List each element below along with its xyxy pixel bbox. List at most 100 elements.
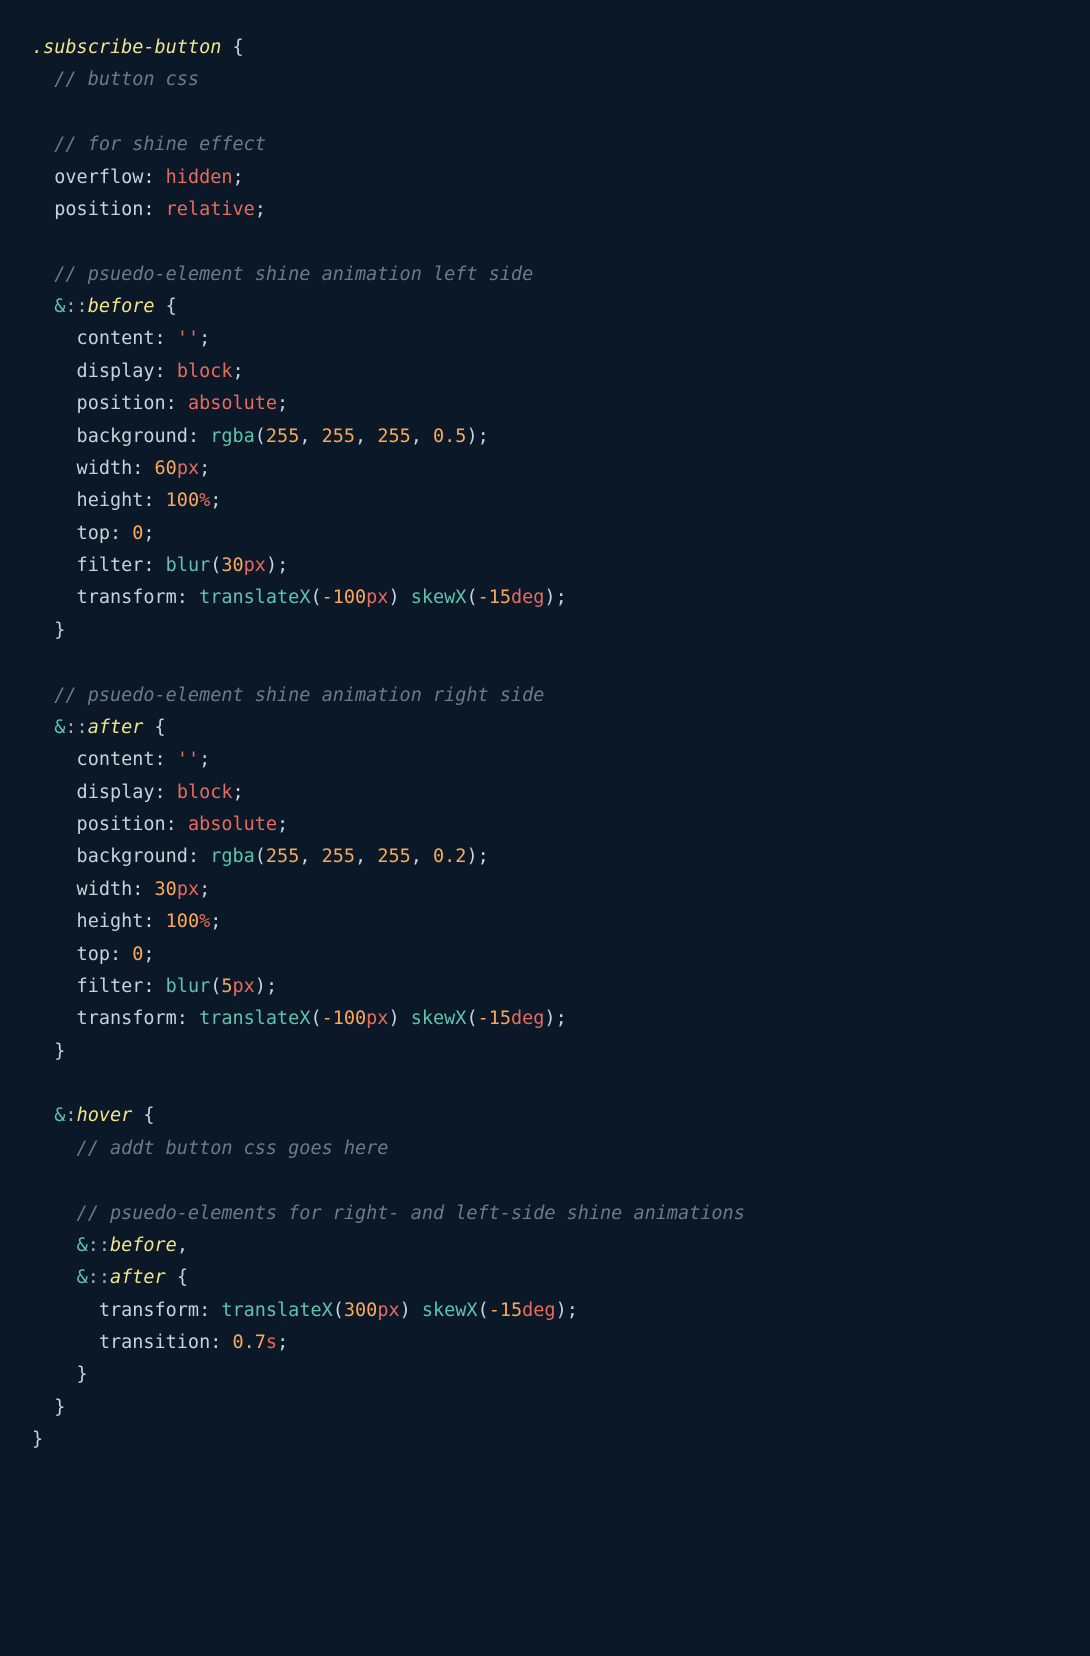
code-line: transform: translateX(300px) skewX(-15de…	[32, 1295, 1058, 1327]
code-token-punct: ;	[478, 846, 489, 867]
code-token-punct: :	[143, 555, 165, 576]
code-line: height: 100%;	[32, 485, 1058, 517]
code-token-property: width	[32, 879, 132, 900]
code-token-punct: :	[143, 490, 165, 511]
code-token-pseudo: before	[88, 296, 155, 317]
code-token-paren: )	[400, 1300, 411, 1321]
code-token-property	[32, 1105, 54, 1126]
code-token-punct: :	[177, 587, 199, 608]
code-line: background: rgba(255, 255, 255, 0.2);	[32, 841, 1058, 873]
code-token-punct: :	[210, 1332, 232, 1353]
code-token-property: display	[32, 361, 155, 382]
code-token-comment: // button css	[32, 69, 199, 90]
code-token-punct: ,	[411, 846, 433, 867]
code-token-property	[32, 1235, 77, 1256]
code-token-paren: )	[388, 1008, 399, 1029]
code-line: }	[32, 1392, 1058, 1424]
code-token-number: -15	[478, 587, 511, 608]
code-token-unit: %	[199, 490, 210, 511]
code-line: height: 100%;	[32, 906, 1058, 938]
code-token-punct: {	[221, 37, 243, 58]
code-token-property: content	[32, 749, 155, 770]
code-token-func: skewX	[411, 1008, 467, 1029]
code-token-punct: :	[177, 1008, 199, 1029]
code-token-punct: ;	[277, 1332, 288, 1353]
code-token-property: filter	[32, 555, 143, 576]
code-token-punct: ,	[355, 846, 377, 867]
code-token-number: 0	[132, 944, 143, 965]
code-token-pseudo-colon: ::	[88, 1267, 110, 1288]
code-token-number: 30	[155, 879, 177, 900]
code-token-number: 255	[322, 426, 355, 447]
code-token-number: 100	[166, 490, 199, 511]
code-token-punct: }	[32, 1364, 88, 1385]
code-token-unit: px	[244, 555, 266, 576]
code-token-property: transition	[32, 1332, 210, 1353]
code-token-paren: (	[466, 1008, 477, 1029]
code-token-comment: // psuedo-element shine animation right …	[32, 685, 544, 706]
code-token-number: 255	[377, 846, 410, 867]
code-token-punct: }	[32, 1397, 65, 1418]
code-token-property	[32, 296, 54, 317]
code-token-punct	[400, 587, 411, 608]
code-line	[32, 647, 1058, 679]
code-line: top: 0;	[32, 939, 1058, 971]
code-token-comment: // addt button css goes here	[32, 1138, 388, 1159]
code-token-property: display	[32, 782, 155, 803]
code-token-property: width	[32, 458, 132, 479]
code-token-paren: )	[466, 846, 477, 867]
code-line: &::after {	[32, 1262, 1058, 1294]
code-line: position: absolute;	[32, 809, 1058, 841]
code-token-property: top	[32, 944, 110, 965]
code-token-unit: deg	[511, 587, 544, 608]
code-line: &::before,	[32, 1230, 1058, 1262]
code-line: width: 60px;	[32, 453, 1058, 485]
code-token-unit: %	[199, 911, 210, 932]
code-line: filter: blur(30px);	[32, 550, 1058, 582]
code-token-property: filter	[32, 976, 143, 997]
code-token-paren: )	[255, 976, 266, 997]
code-token-number: -100	[322, 1008, 367, 1029]
code-token-punct: ;	[556, 587, 567, 608]
code-token-punct: :	[132, 458, 154, 479]
code-token-punct: ,	[299, 426, 321, 447]
code-block: .subscribe-button { // button css // for…	[0, 0, 1090, 1489]
code-token-amp: &	[77, 1235, 88, 1256]
code-token-func: translateX	[221, 1300, 332, 1321]
code-token-paren: (	[255, 846, 266, 867]
code-token-punct: :	[166, 393, 188, 414]
code-token-punct: ;	[233, 167, 244, 188]
code-token-punct: ;	[255, 199, 266, 220]
code-token-punct: ;	[277, 555, 288, 576]
code-line: display: block;	[32, 777, 1058, 809]
code-token-property	[32, 717, 54, 738]
code-token-punct: :	[143, 167, 165, 188]
code-token-number: -100	[322, 587, 367, 608]
code-token-punct: ;	[199, 458, 210, 479]
code-line	[32, 1165, 1058, 1197]
code-token-punct: :	[199, 1300, 221, 1321]
code-token-pseudo-colon: :	[65, 1105, 76, 1126]
code-token-value-keyword: absolute	[188, 393, 277, 414]
code-token-pseudo-colon: ::	[65, 717, 87, 738]
code-token-property: height	[32, 490, 143, 511]
code-token-punct: ;	[210, 911, 221, 932]
code-token-pseudo-colon: ::	[88, 1235, 110, 1256]
code-token-property: content	[32, 328, 155, 349]
code-line: top: 0;	[32, 518, 1058, 550]
code-line: content: '';	[32, 744, 1058, 776]
code-token-value-keyword: absolute	[188, 814, 277, 835]
code-token-paren: (	[210, 976, 221, 997]
code-token-property: transform	[32, 1300, 199, 1321]
code-token-value-keyword: hidden	[166, 167, 233, 188]
code-token-punct: ,	[355, 426, 377, 447]
code-token-punct: :	[143, 911, 165, 932]
code-token-amp: &	[54, 296, 65, 317]
code-token-paren: )	[544, 587, 555, 608]
code-token-unit: deg	[511, 1008, 544, 1029]
code-token-func: blur	[166, 555, 211, 576]
code-line: // button css	[32, 64, 1058, 96]
code-line: filter: blur(5px);	[32, 971, 1058, 1003]
code-line	[32, 97, 1058, 129]
code-token-number: 0.5	[433, 426, 466, 447]
